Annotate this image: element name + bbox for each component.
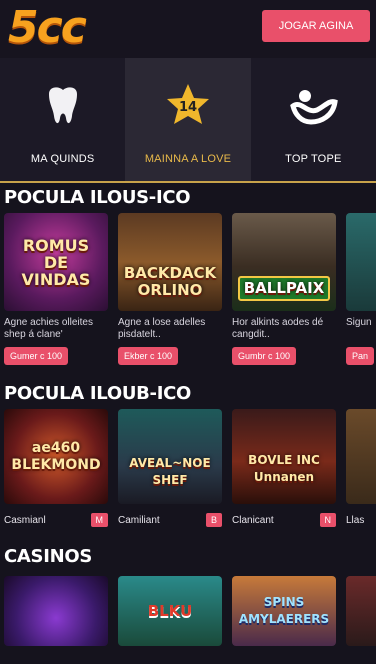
game-play-button[interactable]: Ekber c 100 (118, 347, 179, 365)
game-thumbnail[interactable] (4, 576, 108, 646)
play-now-button[interactable]: JOGAR AGINA (262, 10, 370, 42)
game-thumbnail[interactable] (346, 576, 376, 646)
game-description: Agne achies olleites shep á clane' (4, 317, 93, 340)
face-icon (290, 90, 339, 125)
game-card[interactable]: BACKDACK ORLINO Agne a lose adelles pisd… (118, 213, 222, 365)
game-title: BALLPAIX (237, 275, 331, 301)
game-badge[interactable]: N (319, 513, 336, 527)
game-category: Llas (346, 514, 365, 526)
game-thumbnail[interactable]: BOVLE INC Unnanen (232, 409, 336, 504)
game-play-button[interactable]: Gumer c 100 (4, 347, 69, 365)
tab-label: MAINNA A LOVE (144, 153, 232, 165)
game-play-button[interactable]: Gumbr c 100 (232, 347, 297, 365)
game-title: BOVLE INC Unnanen (248, 452, 320, 484)
category-tabs: MA QUINDS 14 MAINNA A LOVE TOP TOPE (0, 58, 376, 183)
game-category: Camiliant (118, 514, 160, 526)
brand-logo[interactable]: 5cc (8, 2, 87, 53)
header: 5cc JOGAR AGINA (0, 0, 376, 58)
game-badge[interactable]: B (205, 513, 222, 527)
game-thumbnail[interactable]: ROMUS DE VINDAS (4, 213, 108, 311)
tab-label: TOP TOPE (285, 153, 342, 165)
game-card[interactable]: ROMUS DE VINDAS Agne achies olleites she… (4, 213, 108, 365)
game-card[interactable]: BLKU (118, 576, 222, 646)
game-description: Hor alkints aodes dé cangdit.. (232, 317, 324, 340)
game-thumbnail[interactable]: BACKDACK ORLINO (118, 213, 222, 311)
game-title: SPINS AMYLAERERS (238, 595, 330, 626)
tab-mainna-a-love[interactable]: 14 MAINNA A LOVE (125, 58, 251, 181)
game-thumbnail[interactable]: BLKU (118, 576, 222, 646)
game-card[interactable]: BOVLE INC Unnanen Clanicant N (232, 409, 336, 528)
game-badge[interactable]: M (90, 513, 108, 527)
game-card[interactable]: BALLPAIX Hor alkints aodes dé cangdit.. … (232, 213, 336, 365)
star-badge-text: 14 (179, 100, 197, 115)
game-meta: Casmianl M (4, 512, 108, 528)
game-card[interactable]: AVEAL~NOE SHEF Camiliant B (118, 409, 222, 528)
game-card[interactable]: Llas (346, 409, 376, 528)
game-row-promos: ROMUS DE VINDAS Agne achies olleites she… (0, 213, 376, 365)
tab-ma-quinds[interactable]: MA QUINDS (0, 58, 125, 181)
game-title: BACKDACK ORLINO (123, 264, 217, 299)
game-title: ae460 BLEKMOND (11, 439, 101, 473)
tooth-icon (48, 87, 77, 124)
game-row-casinos: BLKU SPINS AMYLAERERS (0, 576, 376, 646)
tab-top-tope[interactable]: TOP TOPE (251, 58, 376, 181)
section-title: POCULA ILOUS-ICO (4, 187, 191, 208)
game-card[interactable]: SPINS AMYLAERERS (232, 576, 336, 646)
star-14-icon: 14 (166, 84, 209, 124)
section-title: CASINOS (4, 546, 93, 567)
game-thumbnail[interactable]: SPINS AMYLAERERS (232, 576, 336, 646)
game-play-button[interactable]: Pan (346, 347, 375, 365)
game-meta: Llas (346, 512, 376, 528)
game-card[interactable]: Sigun Pan (346, 213, 376, 365)
game-card[interactable] (4, 576, 108, 646)
game-thumbnail[interactable]: BALLPAIX (232, 213, 336, 311)
game-category: Clanicant (232, 514, 274, 526)
game-thumbnail[interactable] (346, 409, 376, 504)
game-title: AVEAL~NOE SHEF (129, 455, 211, 487)
section-title: POCULA ILOUB-ICO (4, 383, 192, 404)
game-category: Casmianl (4, 514, 46, 526)
tab-label: MA QUINDS (30, 153, 95, 165)
game-meta: Camiliant B (118, 512, 222, 528)
game-row-popular: ae460 BLEKMOND Casmianl M AVEAL~NOE SHEF… (0, 409, 376, 528)
game-title: BLKU (147, 601, 193, 620)
game-description: Agne a lose adelles pisdatelt.. (118, 317, 206, 340)
game-thumbnail[interactable] (346, 213, 376, 311)
game-thumbnail[interactable]: AVEAL~NOE SHEF (118, 409, 222, 504)
game-thumbnail[interactable]: ae460 BLEKMOND (4, 409, 108, 504)
game-meta: Clanicant N (232, 512, 336, 528)
game-description: Sigun (346, 317, 372, 328)
game-title: ROMUS DE VINDAS (21, 235, 91, 289)
game-card[interactable]: ae460 BLEKMOND Casmianl M (4, 409, 108, 528)
game-card[interactable] (346, 576, 376, 646)
